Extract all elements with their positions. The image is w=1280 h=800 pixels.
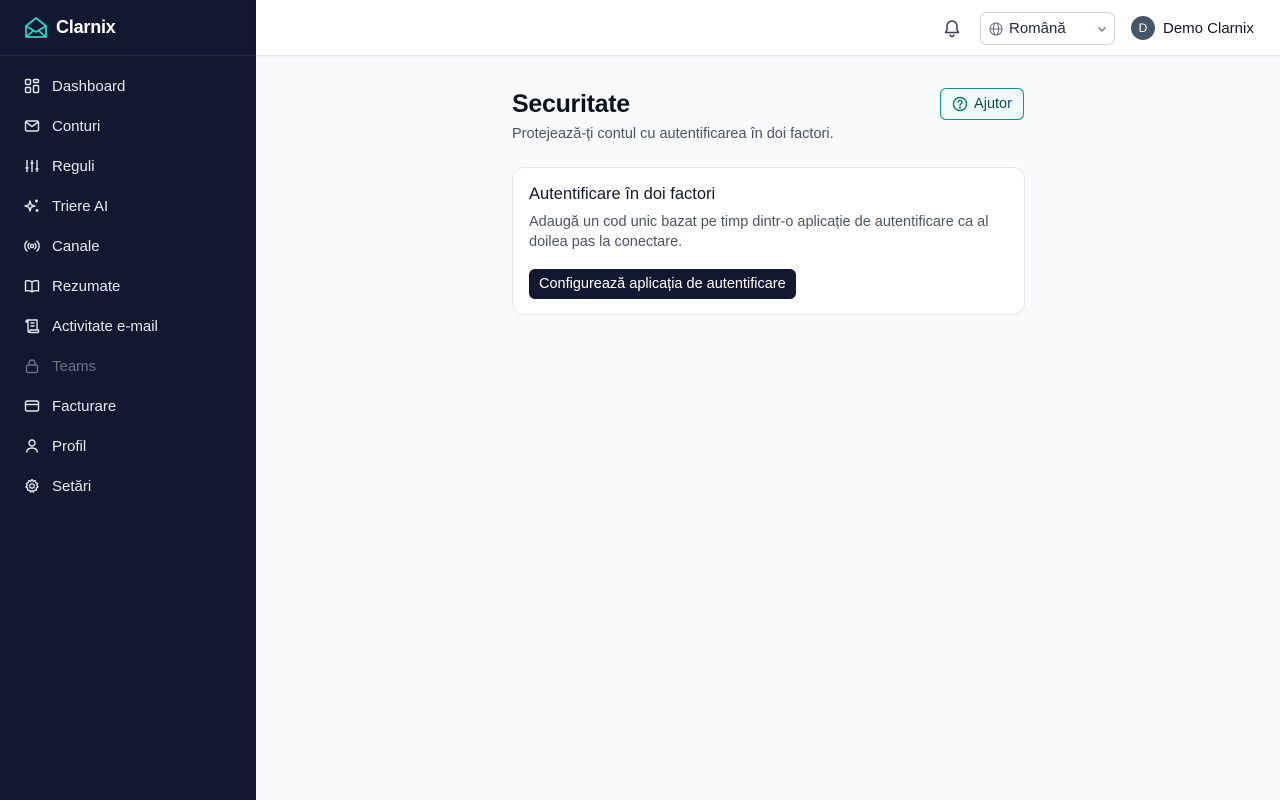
sidebar-item-label: Reguli — [52, 157, 95, 175]
chevron-down-icon — [1096, 23, 1108, 35]
bell-icon[interactable] — [942, 18, 962, 38]
avatar: D — [1131, 16, 1155, 40]
sidebar-item-reguli[interactable]: Reguli — [0, 146, 256, 186]
sidebar-item-label: Canale — [52, 237, 100, 255]
sliders-icon — [24, 158, 40, 174]
help-circle-icon — [952, 96, 968, 112]
sidebar-item-facturare[interactable]: Facturare — [0, 386, 256, 426]
sidebar-item-label: Activitate e-mail — [52, 317, 158, 335]
brand-name: Clarnix — [56, 17, 116, 37]
sidebar-item-label: Profil — [52, 437, 87, 455]
setup-authenticator-button[interactable]: Configurează aplicația de autentificare — [529, 269, 796, 299]
help-label: Ajutor — [974, 96, 1012, 112]
radio-icon — [24, 238, 40, 254]
language-value: Română — [1009, 20, 1066, 37]
user-icon — [24, 438, 40, 454]
help-button[interactable]: Ajutor — [940, 88, 1024, 120]
sidebar-item-label: Rezumate — [52, 277, 121, 295]
language-select[interactable]: Română — [980, 12, 1115, 45]
sidebar-item-dashboard[interactable]: Dashboard — [0, 66, 256, 106]
mail-logo-icon — [24, 16, 48, 40]
sidebar-item-conturi[interactable]: Conturi — [0, 106, 256, 146]
sidebar-item-canale[interactable]: Canale — [0, 226, 256, 266]
sidebar-item-label: Triere AI — [52, 197, 109, 215]
two-factor-card: Autentificare în doi factori Adaugă un c… — [512, 167, 1025, 315]
mail-icon — [24, 118, 40, 134]
sidebar-item-label: Conturi — [52, 117, 101, 135]
sidebar-item-profil[interactable]: Profil — [0, 426, 256, 466]
sidebar: Clarnix Dashboard Conturi Reguli Triere … — [0, 0, 256, 800]
dashboard-icon — [24, 78, 40, 94]
globe-icon — [989, 21, 1003, 36]
sparkles-icon — [24, 198, 40, 214]
book-open-icon — [24, 278, 40, 294]
card-title: Autentificare în doi factori — [529, 185, 716, 203]
sidebar-item-label: Teams — [52, 357, 97, 375]
gear-icon — [24, 478, 40, 494]
credit-card-icon — [24, 398, 40, 414]
lock-icon — [24, 358, 40, 374]
sidebar-item-rezumate[interactable]: Rezumate — [0, 266, 256, 306]
page-subtitle: Protejează-ți contul cu autentificarea î… — [512, 126, 834, 142]
scroll-icon — [24, 318, 40, 334]
sidebar-item-triere-ai[interactable]: Triere AI — [0, 186, 256, 226]
brand[interactable]: Clarnix — [0, 0, 256, 56]
sidebar-item-label: Facturare — [52, 397, 117, 415]
sidebar-item-label: Setări — [52, 477, 92, 495]
sidebar-nav: Dashboard Conturi Reguli Triere AI Canal… — [0, 56, 256, 506]
sidebar-item-setari[interactable]: Setări — [0, 466, 256, 506]
sidebar-item-activitate-email[interactable]: Activitate e-mail — [0, 306, 256, 346]
card-description: Adaugă un cod unic bazat pe timp dintr-o… — [529, 214, 989, 250]
sidebar-item-label: Dashboard — [52, 77, 126, 95]
page-title: Securitate — [512, 90, 630, 118]
sidebar-item-teams: Teams — [0, 346, 256, 386]
user-menu[interactable]: D Demo Clarnix — [1131, 16, 1254, 40]
topbar: Română D Demo Clarnix — [256, 0, 1280, 56]
user-name: Demo Clarnix — [1163, 19, 1254, 37]
